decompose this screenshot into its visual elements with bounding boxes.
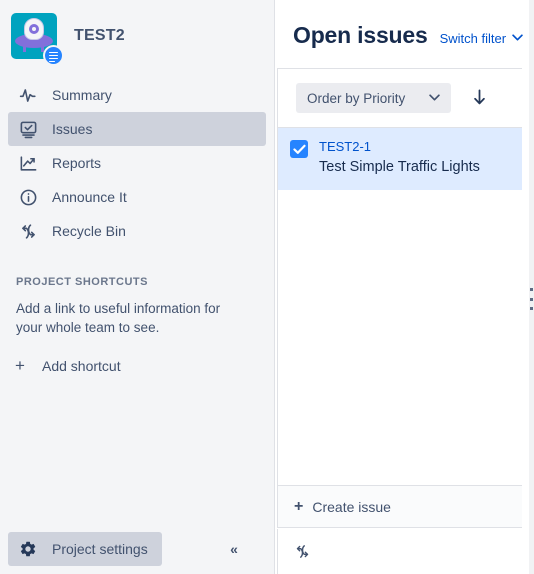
- sidebar-item-label: Issues: [52, 121, 93, 137]
- chevron-down-icon: [512, 33, 523, 44]
- issue-list-toolbar: Order by Priority: [278, 69, 522, 127]
- issue-list-footer: [277, 529, 522, 574]
- project-sidebar: TEST2 Summary Issues Reports Announce It…: [0, 0, 275, 574]
- order-by-select[interactable]: Order by Priority: [296, 83, 451, 113]
- info-circle-icon: [16, 185, 40, 209]
- add-shortcut-label: Add shortcut: [42, 357, 121, 374]
- create-issue-label: Create issue: [312, 498, 391, 515]
- project-name: TEST2: [74, 26, 125, 44]
- sidebar-item-label: Recycle Bin: [52, 223, 126, 239]
- chart-trend-icon: [16, 151, 40, 175]
- issue-text-block: TEST2-1 Test Simple Traffic Lights: [319, 139, 480, 177]
- switch-filter-label: Switch filter: [439, 31, 507, 46]
- plus-icon: +: [294, 497, 304, 515]
- issue-summary-text: Test Simple Traffic Lights: [319, 159, 480, 175]
- switch-filter-button[interactable]: Switch filter: [440, 31, 523, 46]
- panel-resize-handle[interactable]: [529, 0, 534, 574]
- chevron-down-icon: [429, 92, 440, 104]
- add-shortcut-button[interactable]: + Add shortcut: [8, 357, 258, 374]
- ufo-eye-shape: [29, 23, 39, 34]
- gear-icon: [16, 537, 40, 561]
- plus-icon: +: [15, 356, 25, 375]
- issues-board-icon: [16, 117, 40, 141]
- sidebar-item-label: Summary: [52, 87, 112, 103]
- sidebar-item-announce-it[interactable]: Announce It: [8, 180, 266, 214]
- project-settings-label: Project settings: [52, 541, 148, 557]
- sort-direction-button[interactable]: [473, 88, 486, 108]
- order-by-label: Order by Priority: [307, 90, 406, 106]
- page-title: Open issues: [293, 22, 428, 48]
- checkbox-checked-icon[interactable]: [290, 140, 308, 158]
- sidebar-item-recycle-bin[interactable]: Recycle Bin: [8, 214, 266, 248]
- create-issue-button[interactable]: + Create issue: [277, 486, 522, 528]
- ufo-project-avatar: [11, 12, 64, 66]
- issues-content-area: Open issues Switch filter Order by Prior…: [275, 0, 534, 574]
- issue-list: TEST2-1 Test Simple Traffic Lights: [278, 127, 522, 190]
- refresh-icon[interactable]: [294, 543, 311, 560]
- project-shortcuts-section: PROJECT SHORTCUTS Add a link to useful i…: [0, 276, 274, 374]
- shortcuts-description: Add a link to useful information for you…: [16, 301, 221, 335]
- project-header[interactable]: TEST2: [0, 0, 274, 66]
- drag-handle-dots-icon[interactable]: [529, 288, 534, 310]
- sidebar-nav: Summary Issues Reports Announce It Recyc…: [0, 78, 274, 248]
- jira-project-window: TEST2 Summary Issues Reports Announce It…: [0, 0, 534, 574]
- document-badge-icon: [43, 44, 64, 66]
- double-chevron-left-icon[interactable]: «: [221, 536, 247, 562]
- activity-pulse-icon: [16, 83, 40, 107]
- recycle-icon: [16, 219, 40, 243]
- sidebar-item-issues[interactable]: Issues: [8, 112, 266, 146]
- project-settings-button[interactable]: Project settings: [8, 532, 162, 566]
- sidebar-item-label: Announce It: [52, 189, 127, 205]
- shortcuts-heading: PROJECT SHORTCUTS: [16, 276, 148, 288]
- sidebar-item-reports[interactable]: Reports: [8, 146, 266, 180]
- sidebar-item-label: Reports: [52, 155, 102, 171]
- issue-list-panel: Order by Priority TEST2-1 Test Simple Tr…: [277, 68, 522, 486]
- sidebar-item-summary[interactable]: Summary: [8, 78, 266, 112]
- issue-list-item[interactable]: TEST2-1 Test Simple Traffic Lights: [278, 128, 522, 190]
- sidebar-footer: Project settings «: [0, 532, 275, 566]
- content-header: Open issues Switch filter: [275, 0, 534, 49]
- ufo-leg-left: [23, 44, 26, 52]
- issue-key-link[interactable]: TEST2-1: [319, 139, 480, 155]
